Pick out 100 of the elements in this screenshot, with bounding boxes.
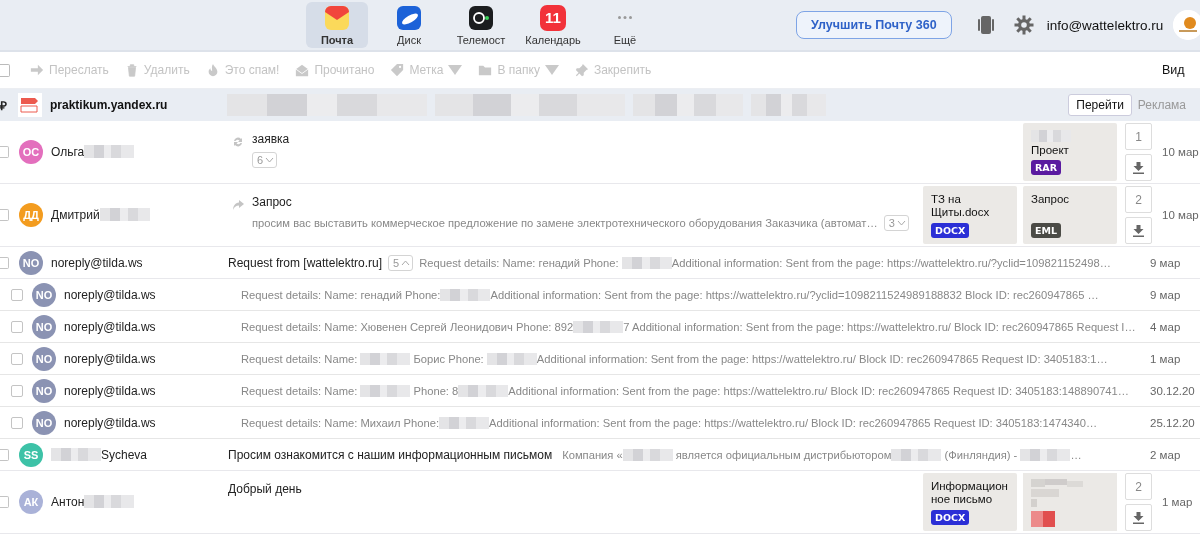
account-email[interactable]: info@wattelektro.ru (1046, 17, 1164, 33)
sender-name: Дмитрий (51, 208, 228, 222)
envelope-icon (295, 63, 310, 77)
app-tab[interactable]: 11 Календарь (522, 2, 584, 48)
message-subject: Добрый день (228, 482, 302, 496)
file-name: Информационное письмо (931, 480, 1009, 506)
file-type-badge: RAR (1031, 160, 1061, 175)
tag-icon (390, 63, 405, 77)
app-tab[interactable]: Почта (306, 2, 368, 48)
chevron-down-icon (265, 157, 275, 163)
app-tab[interactable]: Ещё (594, 2, 656, 48)
message-snippet: Request details: Name: Хювенен Сергей Леонидович Phone: 892 7 Additional information: Sent from the page: https://wattelektro.ru/ Block ID: rec260947865 Request I… (241, 320, 1136, 333)
row-checkbox[interactable] (11, 352, 23, 365)
file-name: Проект (1031, 130, 1109, 157)
avatar: NO (19, 250, 43, 275)
sender-name: noreply@tilda.ws (64, 287, 157, 302)
row-checkbox[interactable] (0, 146, 9, 158)
arrow-icon (30, 63, 44, 77)
attachment-count: 1 (1125, 123, 1152, 150)
message-date: 1 мар (1162, 496, 1194, 508)
ad-domain: praktikum.yandex.ru (50, 98, 169, 112)
currency-icon: ₽ (0, 96, 7, 114)
calendar-icon: 11 (540, 4, 566, 31)
message-snippet: Request details: Name: генадий Phone: Additional information: Sent from the page: https://wattelektro.ru/?yclid=109821152498… (419, 256, 1111, 269)
message-date: 30.12.20 (1150, 384, 1196, 397)
row-checkbox[interactable] (11, 288, 23, 301)
message-date: 9 мар (1150, 288, 1182, 301)
camera-icon (468, 4, 494, 31)
avatar: NO (32, 314, 56, 339)
download-button[interactable] (1125, 504, 1152, 531)
app-tab[interactable]: Диск (378, 2, 440, 48)
avatar: ОС (19, 140, 43, 164)
message-snippet: просим вас выставить коммерческое предложение по замене электротехнического оборудования Заказчика (автомат… (252, 217, 878, 229)
attachment-card[interactable]: ТЗ на Щиты.docx DOCX (923, 186, 1017, 244)
download-icon (1132, 224, 1145, 237)
message-date: 25.12.20 (1150, 416, 1196, 429)
attachment-count: 2 (1125, 473, 1152, 500)
download-icon (1132, 511, 1145, 524)
message-date: 1 мар (1150, 352, 1182, 365)
row-checkbox[interactable] (0, 448, 9, 461)
sender-name: noreply@tilda.ws (51, 255, 144, 270)
sender-name: noreply@tilda.ws (64, 319, 157, 334)
message-date: 10 мар (1162, 209, 1200, 221)
file-name: Запрос (1031, 193, 1071, 206)
ad-logo (18, 93, 42, 117)
row-checkbox[interactable] (0, 496, 9, 508)
message-subject: Просим ознакомится с нашим информационным письмом (228, 447, 553, 462)
row-checkbox[interactable] (11, 320, 23, 333)
sender-name: Ольга (51, 145, 228, 159)
chevron-down-icon (896, 220, 906, 226)
select-all-checkbox[interactable] (0, 63, 10, 77)
view-menu[interactable]: Вид (1162, 63, 1200, 77)
download-button[interactable] (1125, 154, 1152, 181)
message-subject: Запрос (252, 195, 292, 209)
message-snippet: Request details: Name: Борис Phone: Additional information: Sent from the page: https://wattelektro.ru/ Block ID: rec260947865 Request ID: 3405183:1… (241, 352, 1108, 365)
avatar: NO (32, 378, 56, 403)
file-name: ТЗ на Щиты.docx (931, 193, 991, 219)
avatar: АК (19, 490, 43, 514)
folder-icon (478, 63, 493, 77)
row-checkbox[interactable] (11, 384, 23, 397)
message-snippet: Request details: Name: генадий Phone: Additional information: Sent from the page: https://wattelektro.ru/?yclid=1098211524989188832 Block ID: rec260947865 … (241, 288, 1099, 301)
settings-icon (1013, 15, 1034, 35)
attachment-card[interactable]: Запрос EML (1023, 186, 1117, 244)
file-type-badge: DOCX (931, 223, 970, 238)
message-date: 2 мар (1150, 448, 1182, 461)
chevron-up-icon (401, 259, 411, 266)
message-date: 9 мар (1150, 256, 1182, 269)
sender-name: Антон (51, 495, 228, 509)
sender-name: noreply@tilda.ws (64, 383, 157, 398)
row-checkbox[interactable] (0, 256, 9, 269)
message-snippet: Request details: Name: Phone: 8 Additional information: Sent from the page: https://wattelektro.ru/ Block ID: rec260947865 Request ID: 3405183:148890741… (241, 384, 1129, 397)
sender-name: noreply@tilda.ws (64, 415, 157, 430)
message-subject: Request from [wattelektro.ru] (228, 255, 383, 270)
avatar: NO (32, 346, 56, 371)
download-button[interactable] (1125, 217, 1152, 244)
app-tab[interactable]: Телемост (450, 2, 512, 48)
message-subject: заявка (252, 132, 290, 146)
avatar: SS (19, 442, 43, 467)
attachment-count: 2 (1125, 186, 1152, 213)
device-icon (977, 15, 994, 35)
upgrade-button[interactable]: Улучшить Почту 360 (796, 11, 952, 39)
go-button[interactable]: Перейти (1068, 94, 1132, 116)
message-snippet: Компания « является официальным дистрибьютором (Финляндия) - … (562, 448, 1082, 461)
pin-icon (574, 63, 589, 77)
attachment-card[interactable]: Проект RAR (1023, 123, 1117, 181)
row-checkbox[interactable] (11, 416, 23, 429)
avatar: NO (32, 410, 56, 435)
envelope-icon (324, 4, 350, 31)
sender-name: Sycheva (51, 447, 228, 462)
download-icon (1132, 161, 1145, 174)
attachment-card[interactable]: Информационное письмо DOCX (923, 473, 1017, 531)
sender-name: noreply@tilda.ws (64, 351, 157, 366)
avatar: ДД (19, 203, 43, 227)
more-icon (618, 15, 632, 19)
ad-label: Реклама (1137, 98, 1186, 112)
message-date: 10 мар (1162, 146, 1200, 158)
message-snippet: Request details: Name: Михаил Phone: Additional information: Sent from the page: https://wattelektro.ru/ Block ID: rec260947865 Request ID: 3405183:1474340… (241, 416, 1098, 429)
file-type-badge: EML (1031, 223, 1061, 238)
message-date: 4 мар (1150, 320, 1182, 333)
row-checkbox[interactable] (0, 209, 9, 221)
